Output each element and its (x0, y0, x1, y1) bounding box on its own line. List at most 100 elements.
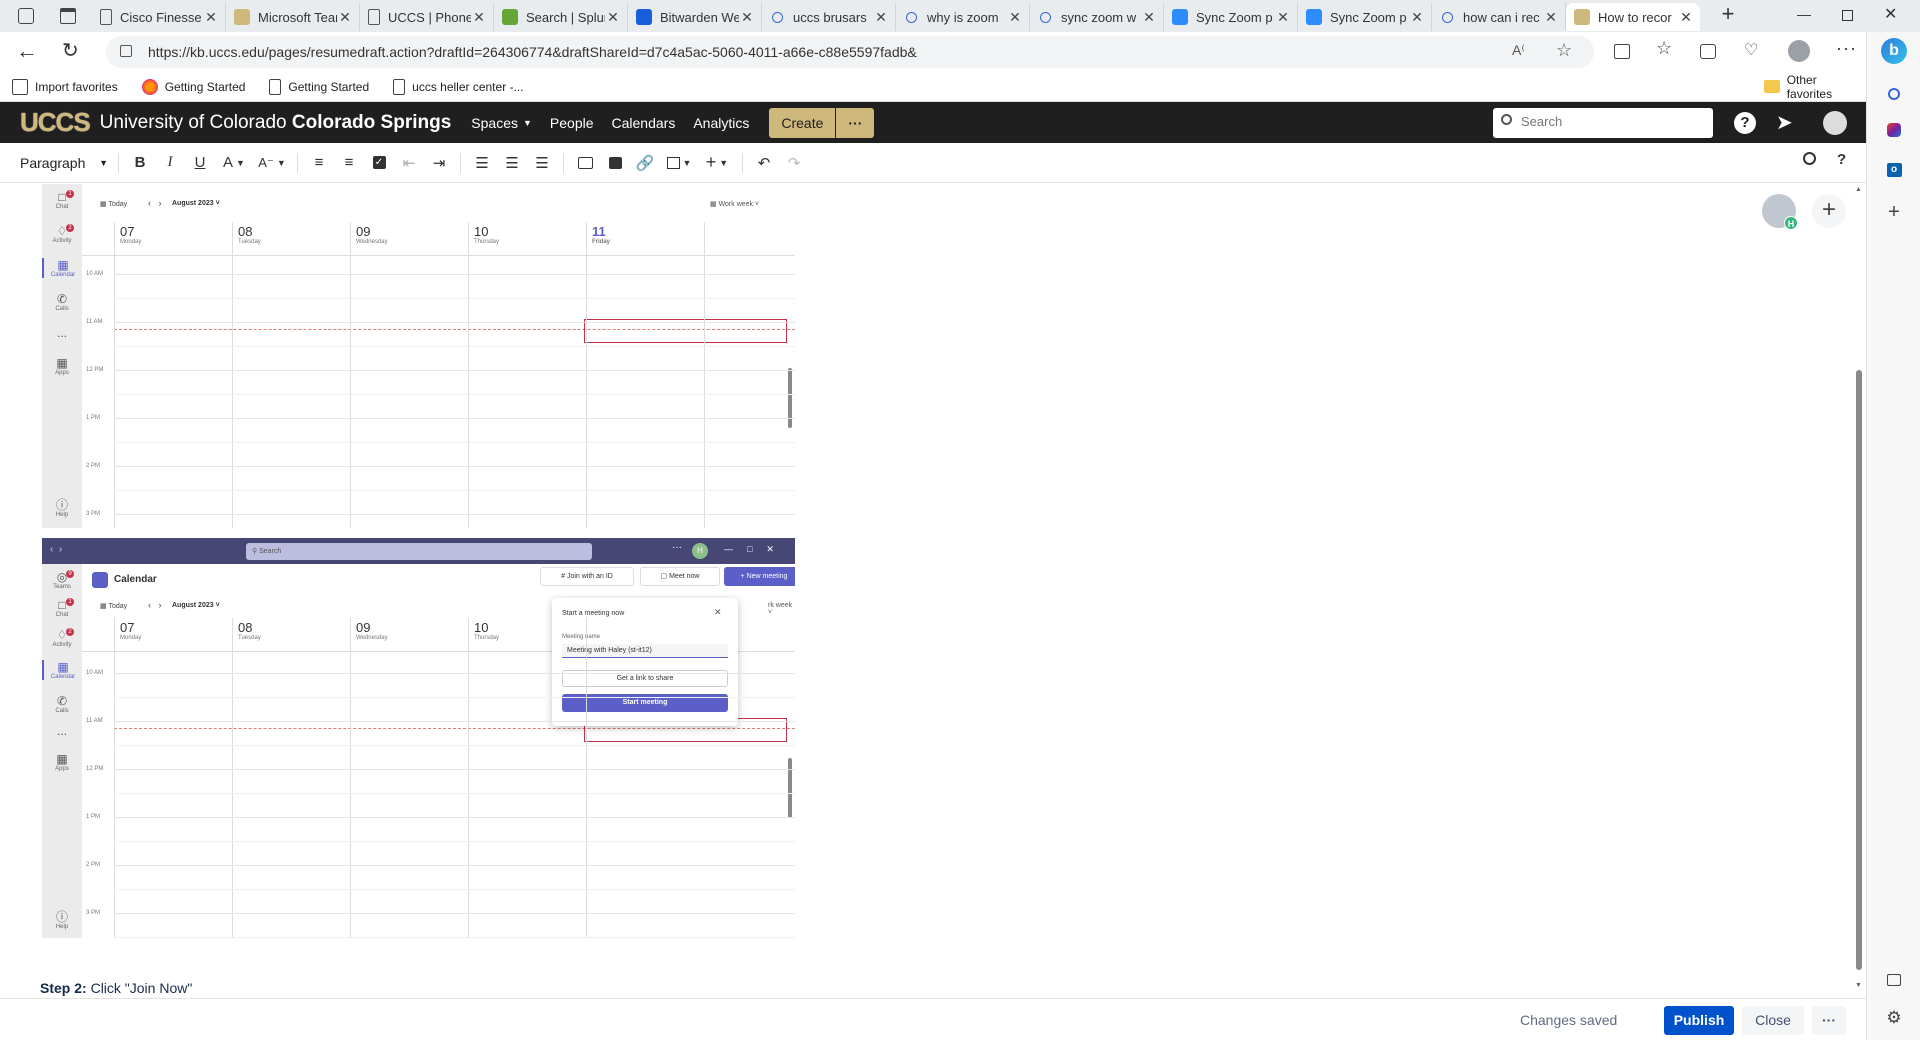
bookmark-other-favorites[interactable]: Other favorites (1764, 73, 1864, 101)
help-icon[interactable]: ? (1734, 112, 1756, 134)
close-button[interactable]: Close (1742, 1006, 1804, 1035)
tab-close-icon[interactable]: ✕ (203, 9, 219, 26)
invite-plus-button[interactable]: + (1812, 194, 1846, 228)
nav-analytics[interactable]: Analytics (693, 115, 749, 131)
browser-essentials-icon[interactable]: ♡ (1744, 40, 1758, 60)
read-aloud-icon[interactable]: A⁽ (1512, 42, 1525, 59)
profile-avatar[interactable] (1788, 40, 1810, 62)
day-number: 08 (238, 620, 253, 635)
browser-tab[interactable]: UCCS | Phone ✕ (360, 3, 494, 31)
page-scrollbar[interactable]: ▲ ▼ (1854, 186, 1864, 994)
find-replace-icon[interactable] (1803, 152, 1816, 165)
bold-button[interactable]: B (125, 148, 155, 178)
text-color-button[interactable]: A ▼ (215, 148, 253, 178)
collaborator-avatar[interactable]: H (1762, 194, 1798, 230)
tab-close-icon[interactable]: ✕ (337, 9, 353, 26)
tab-actions-icon[interactable] (18, 8, 34, 24)
table-icon[interactable]: ▼ (660, 148, 698, 178)
bookmark-getting-started-1[interactable]: Getting Started (141, 78, 245, 95)
restore-button[interactable] (1842, 10, 1853, 21)
undo-icon[interactable]: ↶ (749, 148, 779, 178)
day-number: 08 (238, 224, 253, 239)
tab-close-icon[interactable]: ✕ (1543, 9, 1559, 26)
bookmark-getting-started-2[interactable]: Getting Started (269, 78, 369, 95)
confluence-search[interactable] (1493, 108, 1713, 138)
align-right-icon[interactable]: ☰ (527, 148, 557, 178)
italic-button[interactable]: I (155, 148, 185, 178)
image-icon[interactable] (600, 148, 630, 178)
minimize-button[interactable]: — (1797, 6, 1811, 22)
browser-tab[interactable]: how can i rec ✕ (1432, 3, 1566, 31)
footer-more-button[interactable]: ··· (1812, 1006, 1846, 1035)
tab-close-icon[interactable]: ✕ (1275, 9, 1291, 26)
editor-help-icon[interactable]: ? (1837, 151, 1846, 168)
favorite-star-icon[interactable]: ☆ (1556, 40, 1572, 61)
new-tab-button[interactable]: + (1716, 3, 1740, 27)
search-input[interactable] (1521, 114, 1701, 129)
tab-close-icon[interactable]: ✕ (471, 9, 487, 26)
browser-tab[interactable]: sync zoom w ✕ (1030, 3, 1164, 31)
browser-tab[interactable]: Search | Splunk✕ (494, 3, 628, 31)
outdent-icon[interactable]: ⇤ (394, 148, 424, 178)
vertical-tabs-icon[interactable] (60, 8, 76, 24)
nav-calendars[interactable]: Calendars (612, 115, 676, 131)
create-button[interactable]: Create (769, 107, 836, 138)
browser-tab[interactable]: why is zoom ✕ (896, 3, 1030, 31)
publish-button[interactable]: Publish (1664, 1006, 1734, 1035)
tab-close-icon[interactable]: ✕ (1409, 9, 1425, 26)
insert-more-icon[interactable]: + ▼ (698, 148, 736, 178)
step-2-instruction[interactable]: Step 2: Click "Join Now" (40, 980, 192, 996)
tab-close-icon[interactable]: ✕ (739, 9, 755, 26)
tab-close-icon[interactable]: ✕ (605, 9, 621, 26)
browser-tab[interactable]: Bitwarden Web✕ (628, 3, 762, 31)
refresh-button[interactable]: ↻ (62, 38, 79, 63)
layouts-icon[interactable] (570, 148, 600, 178)
outlook-icon[interactable]: o (1884, 160, 1904, 180)
search-icon[interactable] (1884, 84, 1904, 104)
paragraph-style-select[interactable]: Paragraph ▼ (20, 155, 112, 171)
split-screen-icon[interactable] (1614, 44, 1630, 59)
scroll-down-arrow[interactable]: ▼ (1855, 982, 1862, 989)
browser-menu-icon[interactable]: ··· (1836, 38, 1857, 59)
notifications-icon[interactable]: ➤ (1776, 110, 1793, 135)
create-more-button[interactable]: ··· (836, 107, 875, 138)
tab-close-icon[interactable]: ✕ (1007, 9, 1023, 26)
browser-tab[interactable]: uccs brusars ✕ (762, 3, 896, 31)
back-button[interactable]: ← (16, 38, 38, 64)
scroll-up-arrow[interactable]: ▲ (1855, 186, 1862, 193)
bing-copilot-icon[interactable]: b (1881, 38, 1907, 64)
hide-sidebar-icon[interactable] (1884, 970, 1904, 990)
browser-tab[interactable]: Sync Zoom p ✕ (1164, 3, 1298, 31)
office-icon[interactable] (1884, 120, 1904, 140)
scrollbar-thumb[interactable] (1856, 370, 1862, 970)
align-left-icon[interactable]: ☰ (467, 148, 497, 178)
browser-tab[interactable]: How to recor ✕ (1566, 3, 1700, 31)
settings-gear-icon[interactable]: ⚙ (1884, 1008, 1904, 1028)
nav-spaces[interactable]: Spaces ▼ (471, 115, 532, 131)
uccs-logo[interactable]: UCCS (20, 107, 91, 138)
user-avatar[interactable] (1823, 111, 1847, 135)
browser-tab[interactable]: Cisco Finesse ✕ (92, 3, 226, 31)
bookmark-heller-center[interactable]: uccs heller center -... (393, 78, 524, 95)
more-formatting-button[interactable]: A⁻ ▼ (253, 148, 291, 178)
tab-close-icon[interactable]: ✕ (1678, 9, 1694, 26)
redo-icon[interactable]: ↷ (779, 148, 809, 178)
nav-people[interactable]: People (550, 115, 594, 131)
close-window-button[interactable]: ✕ (1884, 4, 1897, 24)
bullet-list-icon[interactable]: ≡ (304, 148, 334, 178)
bookmark-import[interactable]: Import favorites (12, 78, 118, 95)
tab-close-icon[interactable]: ✕ (1141, 9, 1157, 26)
favorites-icon[interactable]: ☆ (1656, 38, 1672, 59)
browser-tab[interactable]: Microsoft Teams✕ (226, 3, 360, 31)
browser-tab[interactable]: Sync Zoom p ✕ (1298, 3, 1432, 31)
underline-button[interactable]: U (185, 148, 215, 178)
add-sidebar-app-icon[interactable]: + (1884, 201, 1904, 223)
numbered-list-icon[interactable]: ≡ (334, 148, 364, 178)
tab-close-icon[interactable]: ✕ (873, 9, 889, 26)
align-center-icon[interactable]: ☰ (497, 148, 527, 178)
collections-icon[interactable] (1700, 44, 1716, 59)
task-list-icon[interactable]: ✓ (364, 148, 394, 178)
indent-icon[interactable]: ⇥ (424, 148, 454, 178)
link-icon[interactable]: 🔗 (630, 148, 660, 178)
address-bar[interactable]: https://kb.uccs.edu/pages/resumedraft.ac… (106, 36, 1594, 68)
